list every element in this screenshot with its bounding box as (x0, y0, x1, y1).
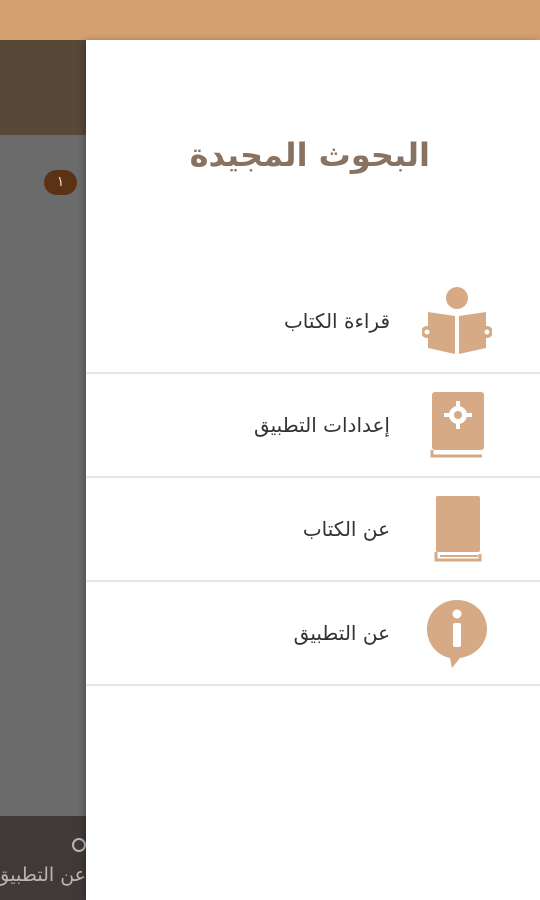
background-app-header (0, 40, 86, 135)
navigation-drawer: البحوث المجيدة قراءة الكتاب إعدادات التط… (86, 40, 540, 900)
drawer-title: البحوث المجيدة (189, 136, 430, 174)
app-screen: ١ عن التطبيق البحوث المجيدة قراءة الكتاب (0, 0, 540, 900)
menu-item-about-book[interactable]: عن الكتاب (86, 478, 540, 582)
background-app-overlay[interactable]: ١ عن التطبيق (0, 40, 86, 900)
settings-book-icon (430, 392, 484, 458)
status-bar (0, 0, 540, 40)
menu-item-label: إعدادات التطبيق (253, 413, 390, 437)
notification-badge: ١ (44, 170, 77, 195)
circle-icon (72, 838, 86, 852)
menu-item-read-book[interactable]: قراءة الكتاب (86, 270, 540, 374)
drawer-menu: قراءة الكتاب إعدادات التطبيق عن الكتاب ع… (86, 270, 540, 686)
menu-item-app-settings[interactable]: إعدادات التطبيق (86, 374, 540, 478)
menu-item-label: قراءة الكتاب (283, 309, 390, 333)
background-bottom-bar: عن التطبيق (0, 816, 86, 900)
background-bottom-label: عن التطبيق (0, 864, 86, 886)
reading-person-icon (422, 287, 492, 354)
menu-item-about-app[interactable]: عن التطبيق (86, 582, 540, 686)
info-bubble-icon (427, 600, 487, 668)
menu-item-label: عن التطبيق (293, 621, 390, 645)
book-icon (434, 496, 482, 562)
menu-item-label: عن الكتاب (302, 517, 390, 541)
